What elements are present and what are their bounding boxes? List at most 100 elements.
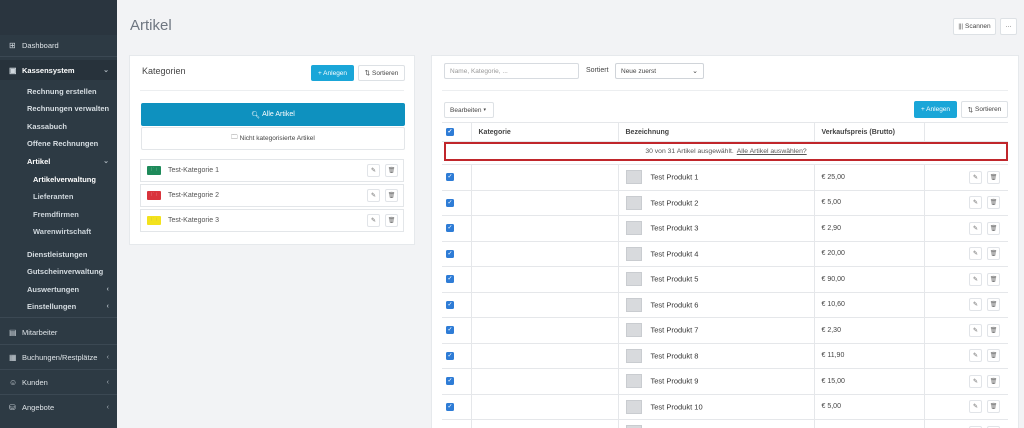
edit-icon[interactable]: ✎ (969, 323, 982, 337)
column-header-name[interactable]: Bezeichnung (617, 122, 814, 142)
table-row[interactable]: ✓ Test Produkt 3 € 2,90 ✎ 🗑︎ (442, 215, 1008, 242)
row-checkbox[interactable]: ✓ (442, 343, 471, 369)
category-row[interactable]: 🗀 Test-Kategorie 3 ✎ 🗑︎ (140, 209, 404, 232)
more-button[interactable]: ··· (1000, 18, 1017, 35)
column-header-actions (923, 122, 1008, 142)
edit-icon[interactable]: ✎ (367, 189, 380, 202)
sidebar-item-rechnung-erstellen[interactable]: Rechnung erstellen (0, 84, 117, 98)
sidebar-item-einstellungen[interactable]: Einstellungen ‹ (0, 299, 117, 313)
selection-notice-text: 30 von 31 Artikel ausgewählt. (645, 148, 734, 155)
row-checkbox[interactable]: ✓ (442, 292, 471, 318)
sidebar-item-kassabuch[interactable]: Kassabuch (0, 119, 117, 133)
uncategorized-button[interactable]: 🗀 Nicht kategorisierte Artikel (141, 127, 405, 150)
row-checkbox[interactable]: ✓ (442, 215, 471, 242)
sidebar-item-dienstleistungen[interactable]: Dienstleistungen (0, 247, 117, 261)
edit-icon[interactable]: ✎ (969, 349, 982, 363)
row-actions: ✎ 🗑︎ (923, 394, 1008, 420)
column-header-category[interactable]: Kategorie (470, 122, 618, 142)
add-category-button[interactable]: + Anlegen (311, 65, 354, 81)
edit-icon[interactable]: ✎ (969, 221, 982, 235)
row-checkbox[interactable]: ✓ (442, 241, 471, 267)
sidebar-item-angebote[interactable]: ⛁ Angebote ‹ (0, 397, 117, 417)
row-checkbox[interactable]: ✓ (442, 419, 471, 428)
table-row[interactable]: ✓ Test Produkt 8 € 11,90 ✎ 🗑︎ (442, 343, 1008, 369)
row-price: € 5,00 (813, 394, 924, 420)
column-header-price[interactable]: Verkaufspreis (Brutto) (813, 122, 924, 142)
row-name: Test Produkt 2 (650, 198, 699, 208)
bulk-edit-button[interactable]: Bearbeiten ▾ (444, 102, 494, 118)
row-name-cell: Test Produkt 2 (617, 190, 814, 216)
edit-icon[interactable]: ✎ (969, 247, 982, 261)
row-name: Test Produkt 10 (650, 402, 703, 412)
sidebar-item-buchungen[interactable]: ▦ Buchungen/Restplätze ‹ (0, 347, 117, 367)
trash-icon[interactable]: 🗑︎ (987, 196, 1000, 210)
table-row[interactable]: ✓ ✎🗑︎ (442, 419, 1008, 428)
sort-articles-button[interactable]: ⇅ Sortieren (961, 101, 1008, 118)
row-category (470, 343, 618, 369)
sidebar-item-kunden[interactable]: ☺ Kunden ‹ (0, 372, 117, 392)
sidebar-item-artikel[interactable]: Artikel ⌄ (0, 154, 117, 168)
sidebar-item-kassensystem[interactable]: ▣ Kassensystem ⌄ (0, 60, 117, 80)
table-row[interactable]: ✓ Test Produkt 7 € 2,30 ✎ 🗑︎ (442, 317, 1008, 344)
trash-icon[interactable]: 🗑︎ (987, 170, 1000, 184)
row-checkbox[interactable]: ✓ (442, 368, 471, 395)
table-row[interactable]: ✓ Test Produkt 5 € 90,00 ✎ 🗑︎ (442, 266, 1008, 293)
trash-icon[interactable]: 🗑︎ (987, 349, 1000, 363)
category-row[interactable]: 🗀 Test-Kategorie 2 ✎ 🗑︎ (140, 184, 404, 207)
all-articles-button[interactable]: 🔍︎ Alle Artikel (141, 103, 405, 126)
row-checkbox[interactable]: ✓ (442, 266, 471, 293)
sidebar-item-mitarbeiter[interactable]: ▤ Mitarbeiter (0, 322, 117, 342)
scan-button[interactable]: ||| Scannen (953, 18, 996, 35)
sort-select[interactable]: Neue zuerst ⌄ (615, 63, 704, 79)
sidebar-item-lieferanten[interactable]: Lieferanten (0, 189, 117, 203)
sidebar-item-auswertungen[interactable]: Auswertungen ‹ (0, 282, 117, 296)
edit-icon[interactable]: ✎ (969, 196, 982, 210)
table-row[interactable]: ✓ Test Produkt 4 € 20,00 ✎ 🗑︎ (442, 241, 1008, 267)
sidebar-item-offene-rechnungen[interactable]: Offene Rechnungen (0, 136, 117, 150)
sidebar-item-label: Einstellungen (27, 301, 77, 311)
chevron-down-icon: ⌄ (692, 68, 698, 75)
trash-icon[interactable]: 🗑︎ (987, 374, 1000, 388)
row-checkbox[interactable]: ✓ (442, 317, 471, 344)
sidebar-item-rechnungen-verwalten[interactable]: Rechnungen verwalten (0, 101, 117, 115)
add-article-button[interactable]: + Anlegen (914, 101, 957, 118)
table-row[interactable]: ✓ Test Produkt 9 € 15,00 ✎ 🗑︎ (442, 368, 1008, 395)
row-checkbox[interactable]: ✓ (442, 164, 471, 191)
edit-icon[interactable]: ✎ (969, 170, 982, 184)
trash-icon[interactable]: 🗑︎ (987, 247, 1000, 261)
category-row[interactable]: 🗀 Test-Kategorie 1 ✎ 🗑︎ (140, 159, 404, 182)
search-input[interactable]: Name, Kategorie, ... (444, 63, 579, 79)
trash-icon[interactable]: 🗑︎ (987, 298, 1000, 312)
trash-icon[interactable]: 🗑︎ (385, 189, 398, 202)
trash-icon[interactable]: 🗑︎ (987, 400, 1000, 414)
trash-icon[interactable]: 🗑︎ (987, 272, 1000, 286)
edit-icon[interactable]: ✎ (367, 164, 380, 177)
sidebar-item-artikelverwaltung[interactable]: Artikelverwaltung (0, 172, 117, 186)
trash-icon[interactable]: 🗑︎ (385, 214, 398, 227)
table-row[interactable]: ✓ Test Produkt 10 € 5,00 ✎ 🗑︎ (442, 394, 1008, 420)
trash-icon[interactable]: 🗑︎ (385, 164, 398, 177)
edit-icon[interactable]: ✎ (969, 400, 982, 414)
select-all-checkbox[interactable]: ✓ (442, 122, 471, 142)
edit-icon[interactable]: ✎ (969, 298, 982, 312)
sidebar-item-warenwirtschaft[interactable]: Warenwirtschaft (0, 224, 117, 238)
trash-icon[interactable]: 🗑︎ (987, 221, 1000, 235)
table-row[interactable]: ✓ Test Produkt 6 € 10,60 ✎ 🗑︎ (442, 292, 1008, 318)
sidebar-item-fremdfirmen[interactable]: Fremdfirmen (0, 207, 117, 221)
row-checkbox[interactable]: ✓ (442, 394, 471, 420)
sidebar-item-dashboard[interactable]: ⊞ Dashboard (0, 35, 117, 55)
folder-icon: 🗀 (231, 134, 238, 141)
select-all-articles-link[interactable]: Alle Artikel auswählen? (737, 148, 807, 155)
sort-categories-button[interactable]: ⇅ Sortieren (358, 65, 405, 81)
row-checkbox[interactable]: ✓ (442, 190, 471, 216)
table-row[interactable]: ✓ Test Produkt 2 € 5,00 ✎ 🗑︎ (442, 190, 1008, 216)
edit-icon[interactable]: ✎ (969, 272, 982, 286)
row-category (470, 317, 618, 344)
table-row[interactable]: ✓ Test Produkt 1 € 25,00 ✎ 🗑︎ (442, 164, 1008, 191)
edit-icon[interactable]: ✎ (367, 214, 380, 227)
sidebar-item-gutscheinverwaltung[interactable]: Gutscheinverwaltung (0, 264, 117, 278)
trash-icon[interactable]: 🗑︎ (987, 323, 1000, 337)
category-name: Test-Kategorie 1 (168, 167, 219, 174)
edit-icon[interactable]: ✎ (969, 374, 982, 388)
row-name: Test Produkt 9 (650, 376, 699, 386)
